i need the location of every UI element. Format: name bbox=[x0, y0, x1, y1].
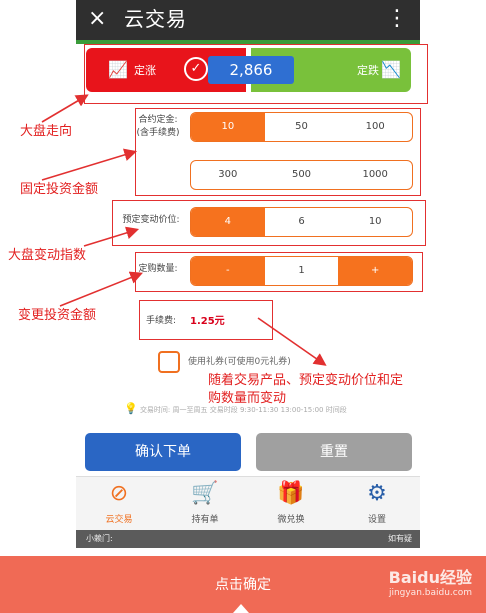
annotation-note: 随着交易产品、预定变动价位和定 购数量而变动 bbox=[208, 372, 403, 408]
instruction-banner: 点击确定 Baidu经验 jingyan.baidu.com bbox=[0, 556, 486, 613]
caret-up-icon bbox=[233, 604, 249, 613]
annotation-index-change: 大盘变动指数 bbox=[8, 248, 87, 263]
annotation-fixed-amount: 固定投资金额 bbox=[20, 182, 99, 197]
baidu-watermark: Baidu经验 bbox=[388, 568, 472, 587]
baidu-watermark-url: jingyan.baidu.com bbox=[388, 588, 472, 598]
annotation-change-amount: 变更投资金额 bbox=[18, 308, 97, 323]
annotation-note-line2: 购数量而变动 bbox=[208, 391, 287, 406]
annotation-note-line1: 随着交易产品、预定变动价位和定 bbox=[208, 373, 404, 388]
annotation-trend: 大盘走向 bbox=[20, 124, 73, 139]
